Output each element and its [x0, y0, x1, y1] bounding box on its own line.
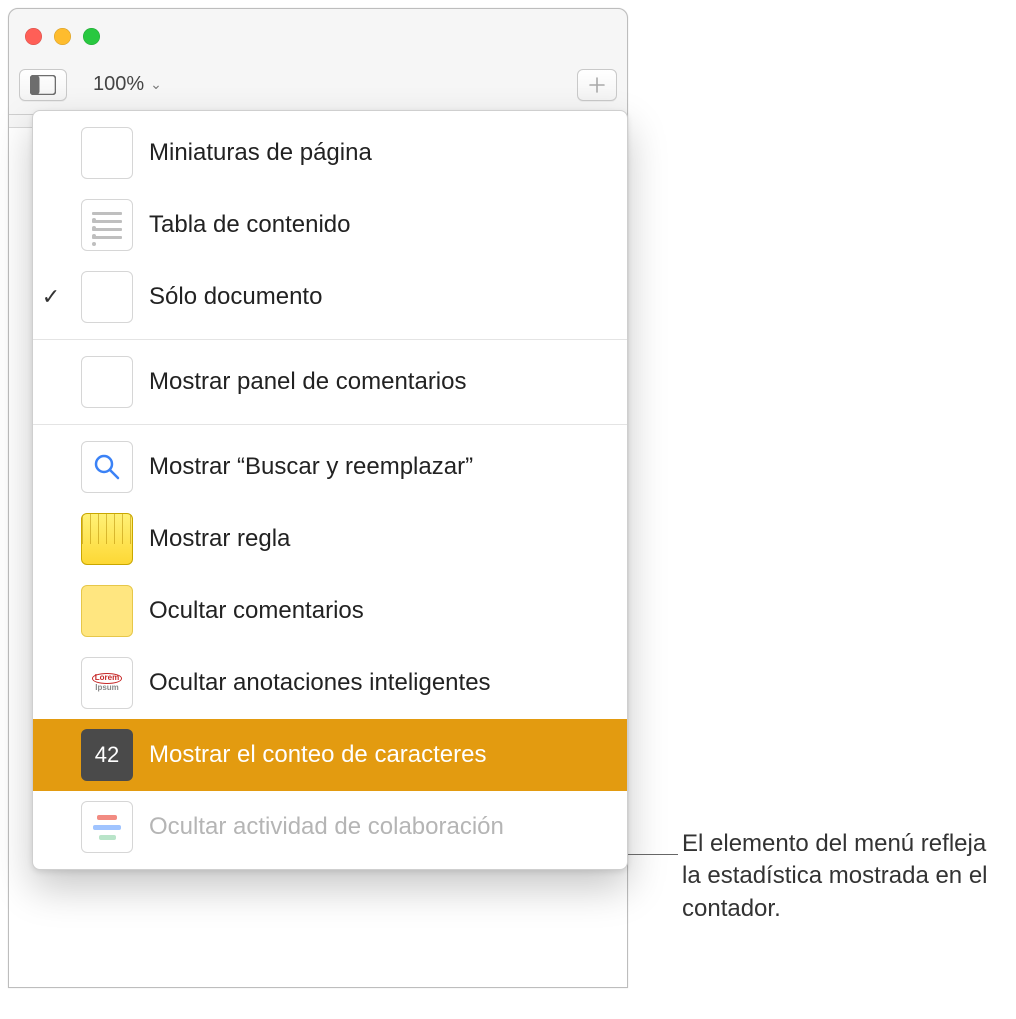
- menu-item-show-comments-panel[interactable]: Mostrar panel de comentarios: [33, 346, 627, 418]
- sidebar-icon: [30, 75, 56, 95]
- menu-item-label: Mostrar regla: [149, 525, 290, 553]
- menu-separator: [33, 339, 627, 340]
- menu-item-label: Miniaturas de página: [149, 139, 372, 167]
- menu-item-hide-smart-annotations[interactable]: LoremIpsum Ocultar anotaciones inteligen…: [33, 647, 627, 719]
- thumbnails-icon: [81, 127, 133, 179]
- toc-icon: [81, 199, 133, 251]
- smart-annotations-icon: LoremIpsum: [81, 657, 133, 709]
- menu-item-label: Ocultar actividad de colaboración: [149, 813, 504, 841]
- minimize-window-button[interactable]: [54, 28, 71, 45]
- zoom-select[interactable]: 100% ⌄: [81, 69, 170, 101]
- menu-item-label: Mostrar “Buscar y reemplazar”: [149, 453, 473, 481]
- zoom-window-button[interactable]: [83, 28, 100, 45]
- menu-item-document-only[interactable]: ✓ Sólo documento: [33, 261, 627, 333]
- add-page-button[interactable]: [577, 69, 617, 101]
- menu-item-find-replace[interactable]: Mostrar “Buscar y reemplazar”: [33, 431, 627, 503]
- ruler-icon: [81, 513, 133, 565]
- menu-item-page-thumbnails[interactable]: Miniaturas de página: [33, 117, 627, 189]
- search-icon: [81, 441, 133, 493]
- menu-item-show-ruler[interactable]: Mostrar regla: [33, 503, 627, 575]
- menu-separator: [33, 424, 627, 425]
- menu-item-hide-comments[interactable]: Ocultar comentarios: [33, 575, 627, 647]
- close-window-button[interactable]: [25, 28, 42, 45]
- menu-item-hide-collaboration-activity: Ocultar actividad de colaboración: [33, 791, 627, 863]
- view-dropdown-menu: Miniaturas de página Tabla de contenido …: [32, 110, 628, 870]
- menu-item-label: Sólo documento: [149, 283, 322, 311]
- menu-item-label: Ocultar comentarios: [149, 597, 364, 625]
- callout-leader-line: [628, 854, 678, 855]
- chevron-down-icon: ⌄: [150, 76, 162, 93]
- view-menu-button[interactable]: [19, 69, 67, 101]
- comment-note-icon: [81, 585, 133, 637]
- titlebar: [9, 9, 627, 63]
- checkmark-icon: ✓: [37, 284, 65, 310]
- plus-icon: [588, 76, 606, 94]
- callout-text: El elemento del menú refleja la estadíst…: [682, 828, 1002, 925]
- comments-panel-icon: [81, 356, 133, 408]
- window-controls: [25, 28, 100, 45]
- zoom-value: 100%: [93, 73, 144, 96]
- menu-item-label: Ocultar anotaciones inteligentes: [149, 669, 491, 697]
- collaboration-icon: [81, 801, 133, 853]
- menu-item-show-character-count[interactable]: 42 Mostrar el conteo de caracteres: [33, 719, 627, 791]
- character-count-icon: 42: [81, 729, 133, 781]
- menu-item-label: Mostrar panel de comentarios: [149, 368, 466, 396]
- menu-item-label: Tabla de contenido: [149, 211, 351, 239]
- menu-item-label: Mostrar el conteo de caracteres: [149, 741, 487, 769]
- document-icon: [81, 271, 133, 323]
- menu-item-table-of-contents[interactable]: Tabla de contenido: [33, 189, 627, 261]
- toolbar: 100% ⌄: [9, 63, 627, 115]
